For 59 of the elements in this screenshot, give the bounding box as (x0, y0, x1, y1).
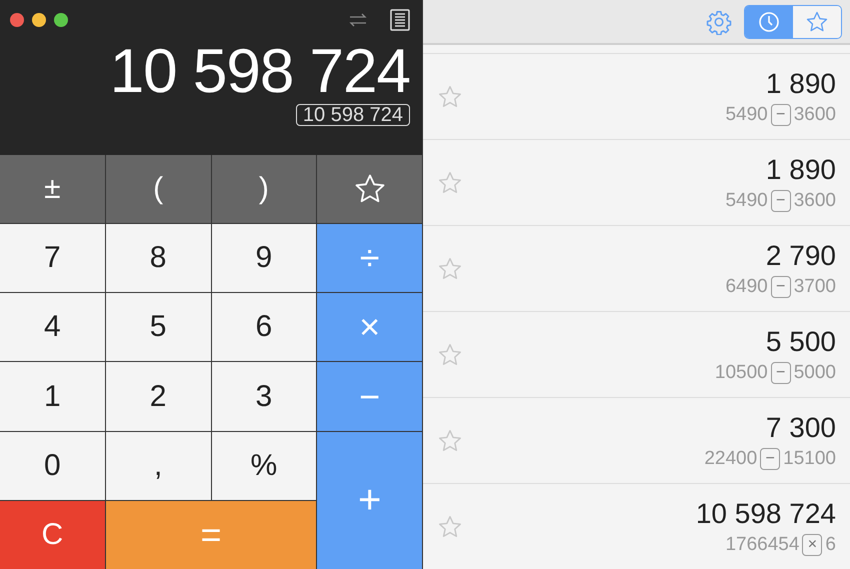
result-display: 10 598 724 (108, 42, 410, 102)
left-operand: 6490 (725, 276, 768, 298)
star-icon (805, 10, 829, 34)
favorite-button[interactable] (317, 155, 422, 224)
favorite-star-icon[interactable] (437, 84, 463, 110)
favorite-star-icon[interactable] (437, 514, 463, 540)
calculator-key[interactable]: , (106, 432, 210, 500)
calculator-key[interactable]: 0 (0, 432, 105, 500)
close-button[interactable] (10, 13, 24, 27)
zoom-button[interactable] (54, 13, 68, 27)
operator-sign: − (770, 190, 791, 212)
favorite-star-icon[interactable] (437, 170, 463, 196)
clock-icon (758, 10, 780, 32)
operator-sign: − (770, 362, 791, 384)
settings-icon[interactable] (706, 8, 732, 34)
right-operand: 15100 (783, 448, 836, 470)
favorite-star-icon[interactable] (437, 256, 463, 282)
left-operand: 10500 (714, 362, 768, 384)
right-operand: 3600 (794, 104, 836, 126)
operator-sign: − (770, 104, 791, 126)
operator-sign: × (802, 534, 822, 556)
history-tab[interactable] (745, 6, 793, 38)
left-operand: 1766454 (725, 534, 800, 556)
calculator-key[interactable]: ± (0, 155, 105, 224)
right-operand: 3600 (794, 190, 836, 212)
history-result: 10 598 724 (696, 498, 836, 530)
history-result: 7 300 (764, 412, 836, 444)
right-operand: 3700 (794, 276, 836, 298)
operator-sign: − (770, 276, 791, 298)
list-icon[interactable] (390, 9, 410, 31)
memory-value: 10 598 724 (296, 104, 410, 126)
calculator-key[interactable]: 9 (212, 224, 316, 292)
favorites-tab[interactable] (793, 6, 841, 38)
minimize-button[interactable] (32, 13, 46, 27)
left-operand: 5490 (725, 190, 768, 212)
history-result: 5 500 (764, 326, 836, 358)
calculator-key[interactable]: 6 (212, 293, 316, 362)
calculator-key[interactable]: ( (106, 155, 210, 224)
calculator-key[interactable]: ) (212, 155, 316, 224)
favorite-star-icon[interactable] (437, 428, 463, 454)
favorite-star-icon[interactable] (437, 342, 463, 368)
calculator-key[interactable]: 7 (0, 224, 105, 292)
calculator-key[interactable]: 1 (0, 362, 105, 431)
swap-icon[interactable] (348, 13, 368, 27)
calculator-key[interactable]: % (212, 432, 316, 500)
history-result: 2 790 (764, 240, 836, 272)
calculator-key[interactable]: 4 (0, 293, 105, 362)
left-operand: 22400 (704, 448, 758, 470)
calculator-key[interactable]: 5 (106, 293, 210, 362)
history-result: 1 890 (764, 68, 836, 100)
calculator-key[interactable]: 2 (106, 362, 210, 431)
calculator-key[interactable]: C (0, 500, 105, 569)
operator-sign: − (760, 448, 780, 470)
history-result: 1 890 (764, 154, 836, 186)
calculator-key[interactable]: 3 (212, 362, 316, 431)
left-operand: 5490 (725, 104, 768, 126)
calculator-key[interactable]: 8 (106, 224, 210, 292)
right-operand: 6 (825, 534, 836, 556)
right-operand: 5000 (794, 362, 836, 384)
